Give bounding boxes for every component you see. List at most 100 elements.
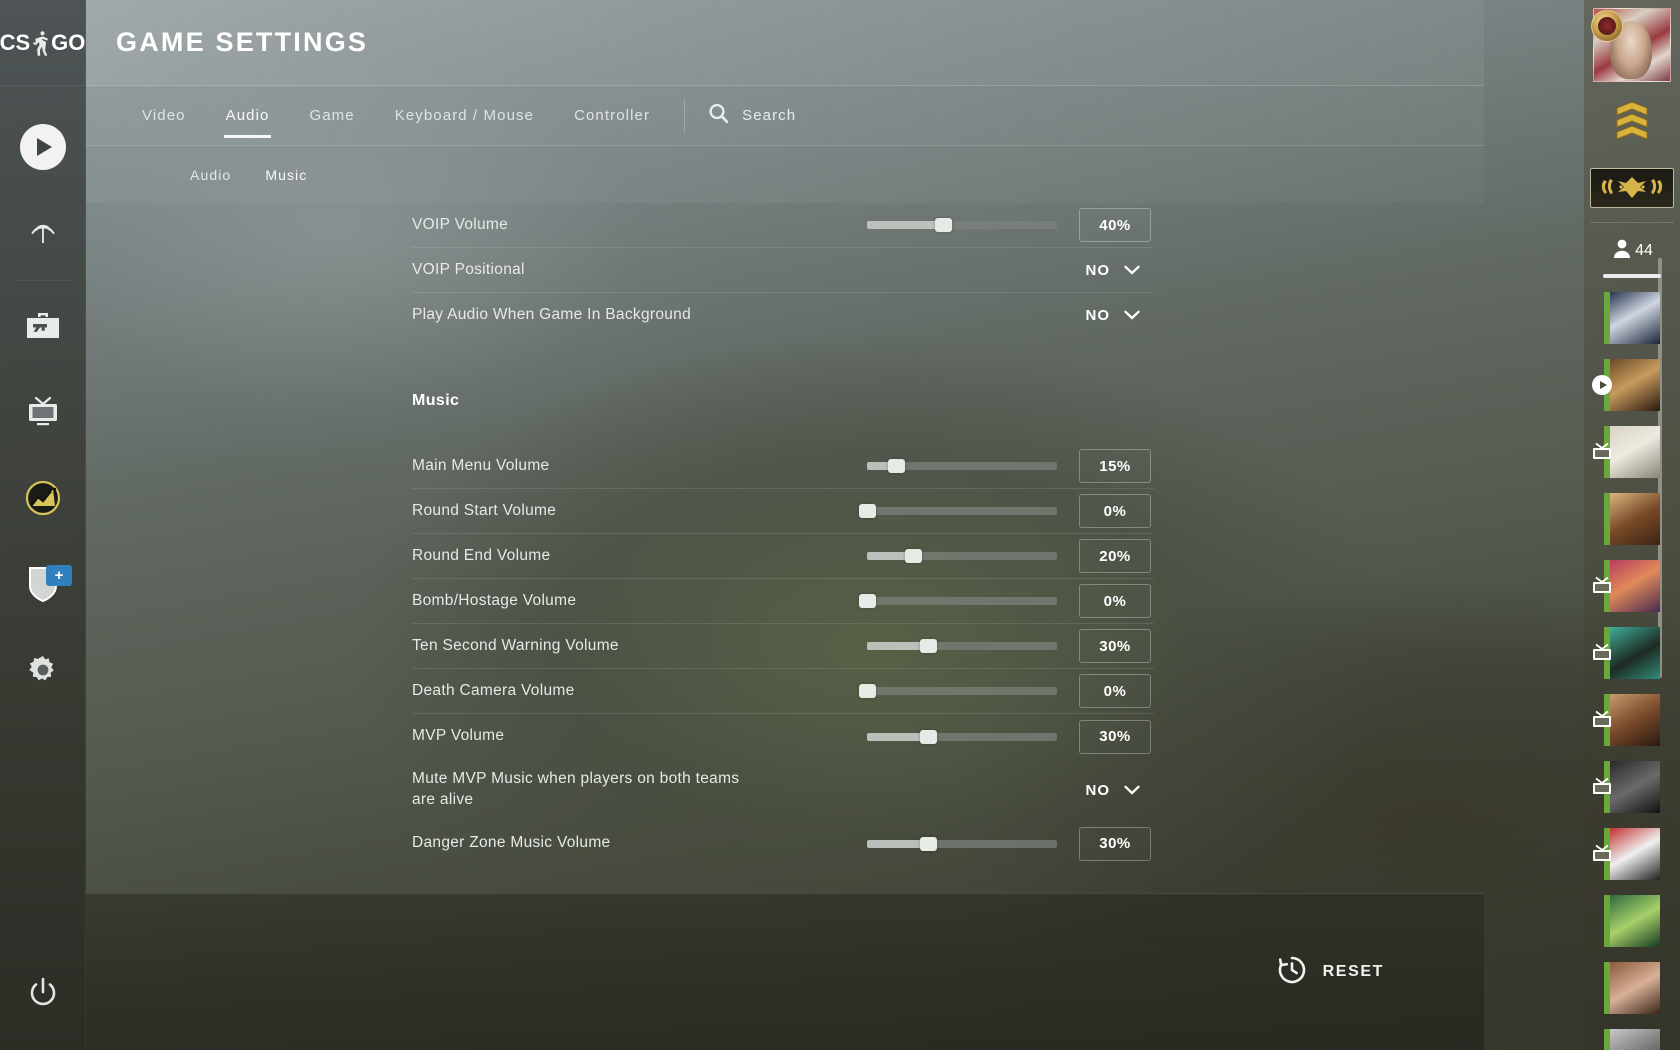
broadcast-icon <box>23 211 63 256</box>
settings-footer: RESET <box>86 893 1484 1050</box>
sidebar-item-stats[interactable] <box>0 457 85 543</box>
setting-label: Danger Zone Music Volume <box>412 834 611 852</box>
sidebar-item-play[interactable] <box>0 104 85 190</box>
dropdown-mute-mvp-music[interactable]: NO <box>1086 782 1155 799</box>
slider-track[interactable] <box>859 504 1057 518</box>
sidebar-item-watch-broadcast[interactable] <box>0 190 85 276</box>
list-item[interactable] <box>1593 828 1660 880</box>
tab-game[interactable]: Game <box>289 86 374 146</box>
list-item[interactable] <box>1604 493 1660 545</box>
friends-count-value: 44 <box>1635 241 1653 259</box>
setting-row-round-end-volume: Round End Volume 20% <box>412 534 1154 579</box>
slider-mvp-volume[interactable] <box>867 714 1057 759</box>
slider-round-end-volume[interactable] <box>867 534 1057 579</box>
slider-track[interactable] <box>867 549 1057 563</box>
value-box[interactable]: 20% <box>1079 539 1151 573</box>
dropdown-play-audio-background[interactable]: NO <box>1086 307 1155 324</box>
chevron-down-icon <box>1124 782 1140 799</box>
slider-track[interactable] <box>859 594 1057 608</box>
sidebar-item-settings[interactable] <box>0 629 85 715</box>
friend-avatar <box>1610 560 1660 612</box>
tab-video[interactable]: Video <box>122 86 206 146</box>
list-item[interactable] <box>1604 292 1660 344</box>
player-profile[interactable] <box>1590 8 1674 82</box>
slider-track[interactable] <box>859 684 1057 698</box>
watch-status-icon <box>1590 574 1614 598</box>
settings-tabbar: Video Audio Game Keyboard / Mouse Contro… <box>86 86 1484 146</box>
settings-panel: VOIP Volume 40% VOIP Positional NO Play … <box>86 203 1484 893</box>
sidebar-item-inventory[interactable] <box>0 285 85 371</box>
csgo-logo[interactable]: CS GO <box>0 0 85 86</box>
slider-ten-second-warning-volume[interactable] <box>867 624 1057 669</box>
setting-row-death-camera-volume: Death Camera Volume 0% <box>412 669 1154 714</box>
value-box[interactable]: 40% <box>1079 208 1151 242</box>
reset-label: RESET <box>1322 963 1384 980</box>
friend-avatar <box>1610 359 1660 411</box>
setting-row-bomb-hostage-volume: Bomb/Hostage Volume 0% <box>412 579 1154 624</box>
setting-row-ten-second-warning-volume: Ten Second Warning Volume 30% <box>412 624 1154 669</box>
value-box[interactable]: 30% <box>1079 826 1151 861</box>
slider-voip-volume[interactable] <box>867 203 1057 248</box>
search-button[interactable]: Search <box>699 102 796 130</box>
slider-track[interactable] <box>867 729 1057 744</box>
add-plus-badge[interactable]: + <box>46 565 72 586</box>
setting-label: Round Start Volume <box>412 501 557 519</box>
competitive-rank-badge <box>1590 168 1674 208</box>
value-box[interactable]: 30% <box>1079 629 1151 663</box>
reset-button[interactable]: RESET <box>1277 955 1384 990</box>
watch-status-icon <box>1590 842 1614 866</box>
gear-icon <box>26 653 60 692</box>
slider-main-menu-volume[interactable] <box>867 444 1057 489</box>
slider-round-start-volume[interactable] <box>859 489 1057 534</box>
sidebar-item-quit[interactable] <box>0 940 86 1050</box>
slider-track[interactable] <box>867 836 1057 851</box>
value-box[interactable]: 30% <box>1079 719 1151 754</box>
tab-controller-label: Controller <box>574 107 651 124</box>
slider-death-camera-volume[interactable] <box>859 669 1057 714</box>
value-box[interactable]: 15% <box>1079 449 1151 483</box>
list-item[interactable] <box>1604 1029 1660 1050</box>
friend-avatar <box>1610 426 1660 478</box>
setting-label: Bomb/Hostage Volume <box>412 591 577 609</box>
logo-text-cs: CS <box>0 29 31 55</box>
television-icon <box>24 395 62 434</box>
tabbar-divider <box>684 98 686 133</box>
list-item[interactable] <box>1593 426 1660 478</box>
subtab-music-label: Music <box>265 166 308 183</box>
tab-audio[interactable]: Audio <box>206 86 290 146</box>
csgo-settings-screen: CS GO + GAME SETTINGS Video Audio Game K… <box>0 0 1680 1050</box>
list-item[interactable] <box>1604 962 1660 1014</box>
slider-danger-zone-music-volume[interactable] <box>867 821 1057 866</box>
value-box[interactable]: 0% <box>1079 584 1151 618</box>
setting-label: Mute MVP Music when players on both team… <box>412 770 740 808</box>
sidebar-item-watch-tv[interactable] <box>0 371 85 457</box>
slider-track[interactable] <box>867 218 1057 232</box>
play-icon <box>19 124 66 170</box>
friends-list <box>1584 292 1680 1050</box>
slider-bomb-hostage-volume[interactable] <box>859 579 1057 624</box>
dropdown-value: NO <box>1085 307 1110 324</box>
subtab-music[interactable]: Music <box>265 167 307 183</box>
list-item[interactable] <box>1592 359 1660 411</box>
medal-icon <box>1591 10 1623 42</box>
dropdown-voip-positional[interactable]: NO <box>1086 262 1155 279</box>
list-item[interactable] <box>1604 895 1660 947</box>
setting-row-danger-zone-music-volume: Danger Zone Music Volume 30% <box>412 821 1154 866</box>
subtab-audio[interactable]: Audio <box>190 167 231 183</box>
slider-track[interactable] <box>867 639 1057 653</box>
tab-keyboard-mouse[interactable]: Keyboard / Mouse <box>375 86 554 146</box>
value-box[interactable]: 0% <box>1079 674 1151 708</box>
setting-label: VOIP Volume <box>412 215 509 233</box>
friend-avatar <box>1610 962 1660 1014</box>
list-item[interactable] <box>1593 694 1660 746</box>
slider-track[interactable] <box>867 459 1057 473</box>
sidebar-item-rank-shield[interactable]: + <box>0 543 85 629</box>
list-item[interactable] <box>1593 560 1660 612</box>
list-item[interactable] <box>1593 761 1660 813</box>
list-item[interactable] <box>1593 627 1660 679</box>
value-box[interactable]: 0% <box>1079 494 1151 528</box>
friend-avatar <box>1610 694 1660 746</box>
power-icon <box>26 976 60 1015</box>
friends-divider-bar <box>1603 274 1661 278</box>
tab-controller[interactable]: Controller <box>554 86 670 146</box>
